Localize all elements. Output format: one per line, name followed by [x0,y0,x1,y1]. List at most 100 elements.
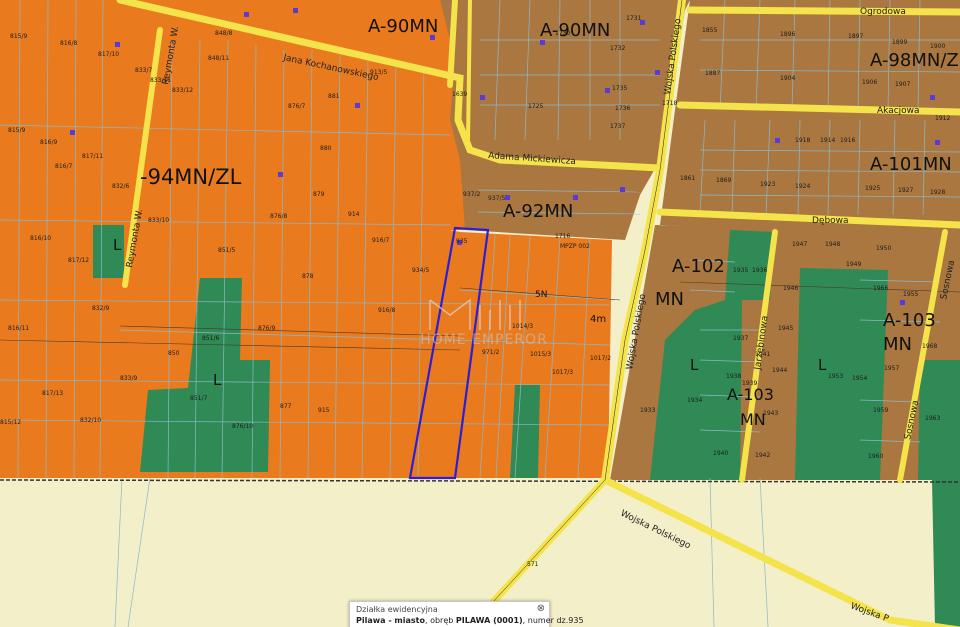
plot-label: 876/8 [270,213,287,220]
plot-label: 833/11 [150,77,171,84]
plot-label: 817/12 [68,257,89,264]
plot-label: 833/7 [135,67,152,74]
plot-label: 937/5 [488,195,505,202]
popup-place: Pilawa - miasto [356,616,425,625]
zone-label-a103: A-103 [883,310,936,331]
zone-green-7 [510,385,540,478]
plot-label: 817/10 [98,51,119,58]
zone-label-a103-south: A-103 [727,385,774,404]
plot-label: 1907 [895,81,910,88]
plot-label: 876/7 [288,103,305,110]
plot-label: 1941 [755,351,770,358]
plot-label: 851/5 [218,247,235,254]
plot-label: 1955 [903,291,918,298]
road-connector-north-2 [466,0,472,142]
plot-label: 1953 [828,373,843,380]
street-label-debowa: Dębowa [812,216,849,226]
zone-green-4 [932,480,960,627]
plot-label: MPZP 002 [560,243,590,250]
plot-label: 937/2 [463,191,480,198]
plot-label: 816/10 [30,235,51,242]
plot-label: 1900 [930,43,945,50]
plot-label: 880 [320,145,332,152]
plot-label: 1639 [452,91,467,98]
popup-numer-prefix: , numer dz. [522,616,569,625]
plot-label: 816/11 [8,325,29,332]
plot-label: 832/6 [112,183,129,190]
plot-label: 1912 [935,115,950,122]
plot-label: 1017/2 [590,355,611,362]
plot-label: 1957 [884,365,899,372]
zone-label-a103-south-mn: MN [740,410,766,429]
plot-label: 816/8 [60,40,77,47]
plot-label: 1940 [713,450,728,457]
plot-label: 1936 [752,267,767,274]
plot-label: 1861 [680,175,695,182]
plot-label: 1925 [865,185,880,192]
watermark: HOME EMPEROR [409,288,559,358]
plot-label: 1899 [892,39,907,46]
plot-label: 1725 [528,103,543,110]
plot-label: 1945 [778,325,793,332]
plot-label: 1939 [742,380,757,387]
plot-label: 851/7 [190,395,207,402]
plot-label: 915 [318,407,330,414]
zone-label-a92mn: A-92MN [503,201,573,222]
zone-label-a102-mn: MN [655,289,684,310]
plot-label: 1966 [873,285,888,292]
plot-label: 1937 [733,335,748,342]
popup-title: Działka ewidencyjna [356,605,438,614]
close-icon[interactable]: ⊗ [537,603,545,614]
plot-label: 833/12 [172,87,193,94]
zone-label-l-3: L [690,356,699,374]
plot-label: 1017/3 [552,369,573,376]
plot-label: 1968 [922,343,937,350]
plot-label: 1916 [840,137,855,144]
plot-label: 1954 [852,375,867,382]
plot-label: 833/10 [148,217,169,224]
plot-label: 1732 [610,45,625,52]
plot-label: 1855 [702,27,717,34]
plot-label: 1897 [848,33,863,40]
plot-label: 571 [527,561,539,568]
plot-label: 1944 [772,367,787,374]
plot-label: 935 [456,238,468,245]
plot-label: 1716 [555,233,570,240]
plot-label: 1942 [755,452,770,459]
plot-label: 1933 [640,407,655,414]
plot-label: 1943 [763,410,778,417]
plot-label: 815/12 [0,419,21,426]
popup-parcel-number: 935 [568,616,584,625]
plot-label: 848/11 [208,55,229,62]
plot-label: 878 [302,273,314,280]
plot-label: 881 [328,93,340,100]
plot-label: 1736 [615,105,630,112]
plot-label: 1948 [825,241,840,248]
zone-label-l-4: L [818,356,827,374]
plot-label: 877 [280,403,292,410]
plot-label: 851/6 [202,335,219,342]
watermark-text: HOME EMPEROR [420,332,548,348]
plot-label: 832/10 [80,417,101,424]
parcel-info-popup: Działka ewidencyjna ⊗ Pilawa - miasto, o… [349,601,584,627]
zone-label-l-2: L [213,371,222,389]
plot-label: 1924 [795,183,810,190]
plot-label: 1869 [716,177,731,184]
plot-label: 876/9 [258,325,275,332]
plot-label: 1950 [876,245,891,252]
zone-label-a90mn-2: A-90MN [540,20,610,41]
plot-label: 833/9 [120,375,137,382]
plot-label: 1928 [930,189,945,196]
zone-label-l-1: L [113,236,122,254]
plot-label: 817/13 [42,390,63,397]
plot-label: 914 [348,211,360,218]
zoning-map[interactable]: A-90MN A-90MN A-98MN/ZL A-101MN -94MN/ZL… [0,0,960,627]
plot-label: 1959 [873,407,888,414]
plot-label: 1718 [662,100,677,107]
plot-label: 1730 [555,30,570,37]
plot-label: 1904 [780,75,795,82]
plot-label: 1934 [687,397,702,404]
zone-label-4m: 4m [590,314,606,325]
plot-label: 832/9 [92,305,109,312]
popup-body: Pilawa - miasto, obręb PILAWA (0001), nu… [356,616,584,625]
